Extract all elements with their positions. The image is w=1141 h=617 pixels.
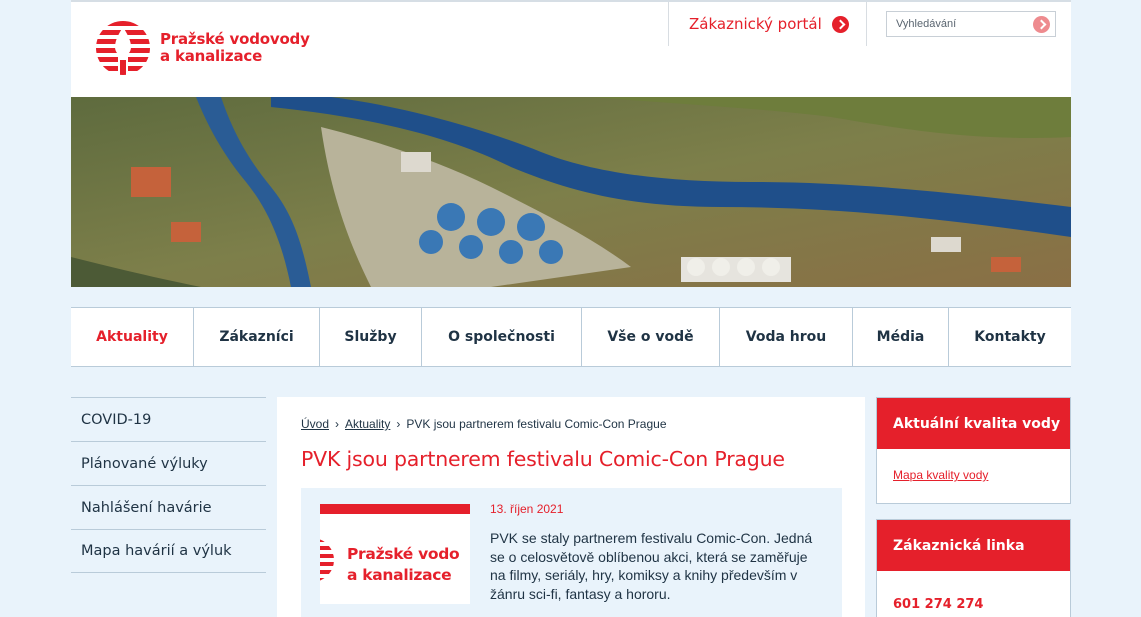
thumbnail-logo-text: Pražské vodo a kanalizace [347, 544, 460, 586]
customer-hotline-phone[interactable]: 601 274 274 [877, 571, 1070, 612]
breadcrumb-separator: › [396, 417, 401, 431]
logo-text: Pražské vodovody a kanalizace [160, 31, 310, 65]
thumbnail-logo-line-2: a kanalizace [347, 566, 452, 584]
customer-hotline-box: Zákaznická linka 601 274 274 [876, 519, 1071, 617]
article-thumbnail[interactable]: Pražské vodo a kanalizace [320, 504, 470, 604]
logo-icon [96, 21, 150, 75]
water-quality-map-link[interactable]: Mapa kvality vody [877, 449, 1070, 482]
breadcrumb: Úvod › Aktuality › PVK jsou partnerem festiv… [301, 417, 667, 431]
nav-item-vse-o-vode[interactable]: Vše o vodě [582, 308, 720, 366]
customer-portal-label: Zákaznický portál [689, 15, 822, 33]
banner-image [71, 97, 1071, 287]
sidebar-nav: COVID-19 Plánované výluky Nahlášení havá… [71, 397, 266, 573]
search-box [886, 11, 1056, 37]
site-logo[interactable]: Pražské vodovody a kanalizace [96, 21, 310, 75]
breadcrumb-separator: › [335, 417, 340, 431]
main-nav: Aktuality Zákazníci Služby O společnosti… [71, 307, 1071, 367]
nav-item-media[interactable]: Média [853, 308, 949, 366]
sidebar-item-report-failure[interactable]: Nahlášení havárie [71, 485, 266, 529]
water-quality-title: Aktuální kvalita vody [877, 398, 1070, 449]
nav-item-voda-hrou[interactable]: Voda hrou [720, 308, 853, 366]
search-submit-icon[interactable] [1033, 16, 1050, 33]
sidebar-item-covid[interactable]: COVID-19 [71, 397, 266, 441]
breadcrumb-home[interactable]: Úvod [301, 417, 329, 431]
logo-line-1: Pražské vodovody [160, 30, 310, 48]
thumbnail-logo-line-1: Pražské vodo [347, 545, 460, 563]
article-date: 13. říjen 2021 [490, 502, 564, 516]
main-content: Úvod › Aktuality › PVK jsou partnerem festiv… [277, 397, 865, 617]
water-quality-box: Aktuální kvalita vody Mapa kvality vody [876, 397, 1071, 504]
customer-hotline-title: Zákaznická linka [877, 520, 1070, 571]
nav-item-sluzby[interactable]: Služby [320, 308, 422, 366]
article-card: Pražské vodo a kanalizace 13. říjen 2021… [301, 488, 842, 617]
page-title: PVK jsou partnerem festivalu Comic-Con P… [301, 447, 785, 471]
breadcrumb-section[interactable]: Aktuality [345, 417, 390, 431]
thumbnail-logo-icon [320, 538, 334, 582]
arrow-right-icon [831, 15, 849, 33]
nav-item-aktuality[interactable]: Aktuality [71, 308, 194, 366]
thumbnail-red-bar [320, 504, 470, 514]
article-summary: PVK se staly partnerem festivalu Comic-C… [490, 530, 813, 602]
nav-item-zakaznici[interactable]: Zákazníci [194, 308, 320, 366]
breadcrumb-current: PVK jsou partnerem festivalu Comic-Con P… [406, 417, 667, 431]
logo-line-2: a kanalizace [160, 47, 263, 65]
nav-item-o-spolecnosti[interactable]: O společnosti [422, 308, 582, 366]
sidebar-item-planned-outages[interactable]: Plánované výluky [71, 441, 266, 485]
search-input[interactable] [887, 12, 1027, 36]
page: Pražské vodovody a kanalizace Zákaznický… [71, 0, 1071, 617]
customer-portal-link[interactable]: Zákaznický portál [668, 2, 867, 46]
sidebar-item-failure-map[interactable]: Mapa havárií a výluk [71, 529, 266, 573]
nav-item-kontakty[interactable]: Kontakty [949, 308, 1071, 366]
site-header: Pražské vodovody a kanalizace Zákaznický… [71, 2, 1071, 97]
